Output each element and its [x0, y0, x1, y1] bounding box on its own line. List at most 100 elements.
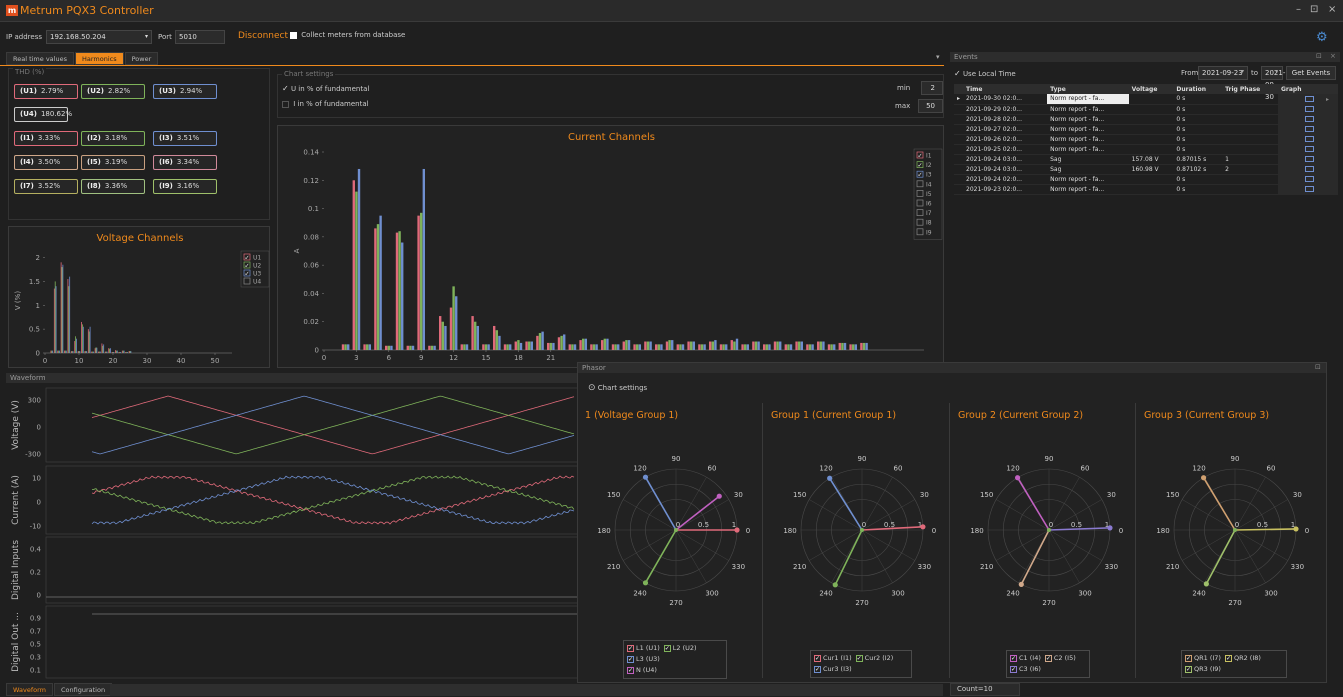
checkbox-icon[interactable]: ✓: [663, 644, 671, 652]
legend-checkbox-i7[interactable]: [916, 209, 924, 216]
collect-meters-checkbox[interactable]: Collect meters from database: [290, 31, 405, 39]
legend-checkbox-i8[interactable]: [916, 218, 924, 226]
checkbox-icon[interactable]: ✓: [1010, 665, 1017, 673]
column-header-graph[interactable]: Graph: [1278, 84, 1338, 94]
phasor-legend-item[interactable]: ✓ QR2 (I8): [1224, 654, 1261, 662]
graph-cell[interactable]: [1278, 144, 1338, 155]
phasor-legend-item[interactable]: ✓ C3 (I6): [1010, 665, 1041, 673]
table-row[interactable]: ▸ 2021-09-30 02:0... Norm report - fa... 0 …: [954, 94, 1338, 105]
phasor-legend-item[interactable]: ✓ QR3 (I9): [1185, 665, 1221, 673]
graph-icon[interactable]: [1305, 176, 1314, 182]
tab-configuration[interactable]: Configuration: [54, 683, 113, 696]
table-row[interactable]: 2021-09-23 02:0... Norm report - fa... 0 s: [954, 184, 1338, 195]
phasor-legend-item[interactable]: ✓ C2 (I5): [1044, 654, 1076, 662]
checkbox-icon[interactable]: ✓: [627, 655, 634, 663]
graph-icon[interactable]: [1305, 95, 1314, 102]
to-date-input[interactable]: 2021-09-30: [1261, 66, 1285, 101]
checkbox-icon[interactable]: ✓: [1044, 654, 1052, 662]
phasor-legend-item[interactable]: ✓ Cur3 (I3): [814, 665, 852, 673]
close-panel-icon[interactable]: ×: [1330, 52, 1336, 60]
graph-icon[interactable]: [1305, 106, 1314, 112]
checkbox-icon[interactable]: ✓: [1224, 654, 1232, 662]
port-input[interactable]: 5010: [175, 30, 225, 44]
graph-cell[interactable]: [1278, 134, 1338, 145]
graph-icon[interactable]: [1305, 186, 1314, 192]
checkbox-icon[interactable]: ✓: [1010, 654, 1017, 662]
checkbox-icon[interactable]: ✓: [627, 666, 634, 674]
gears-icon[interactable]: ⚙: [1316, 30, 1328, 45]
minimize-button[interactable]: –: [1296, 4, 1301, 15]
phasor-legend-item[interactable]: ✓ L3 (U3): [627, 655, 660, 663]
table-row[interactable]: 2021-09-24 03:0... Sag 160.98 V 0.87102 s2: [954, 164, 1338, 175]
checkbox-icon[interactable]: ✓: [814, 654, 821, 662]
graph-icon[interactable]: [1305, 146, 1314, 152]
table-row[interactable]: 2021-09-29 02:0... Norm report - fa... 0 s: [954, 104, 1338, 115]
checkbox-icon[interactable]: ✓: [627, 644, 634, 652]
phasor-legend-item[interactable]: ✓ L1 (U1): [627, 644, 660, 652]
max-stepper[interactable]: 50: [918, 99, 943, 113]
phasor-chart-settings[interactable]: ⊙ Chart settings: [588, 383, 647, 393]
column-header-time[interactable]: Time: [963, 84, 1048, 94]
table-row[interactable]: 2021-09-24 03:0... Sag 157.08 V 0.87015 s1: [954, 154, 1338, 165]
float-icon[interactable]: ⊡: [1315, 363, 1321, 371]
graph-cell[interactable]: [1278, 174, 1338, 185]
graph-cell[interactable]: [1278, 154, 1338, 165]
use-local-time-checkbox[interactable]: ✓ Use Local Time: [954, 69, 1016, 78]
scroll-arrow-icon[interactable]: ▸: [1326, 96, 1329, 103]
legend-checkbox-i5[interactable]: [916, 190, 924, 197]
graph-icon[interactable]: [1305, 156, 1314, 162]
checkbox-icon[interactable]: ✓: [1185, 654, 1192, 662]
column-header-type[interactable]: Type: [1047, 84, 1129, 94]
phasor-legend-item[interactable]: ✓ N (U4): [627, 666, 657, 674]
graph-icon[interactable]: [1305, 166, 1314, 172]
checkbox-icon[interactable]: ✓: [855, 654, 863, 662]
phasor-legend-item[interactable]: ✓ C1 (I4): [1010, 654, 1041, 662]
graph-icon[interactable]: [1305, 136, 1314, 142]
graph-cell[interactable]: [1278, 124, 1338, 135]
close-button[interactable]: ×: [1328, 4, 1336, 15]
disconnect-button[interactable]: Disconnect: [238, 31, 288, 41]
tab-real-time-values[interactable]: Real time values: [6, 52, 74, 65]
checkbox-icon[interactable]: [282, 100, 289, 108]
legend-checkbox-i6[interactable]: [916, 199, 924, 207]
column-header-voltage[interactable]: Voltage: [1128, 84, 1174, 94]
table-row[interactable]: 2021-09-27 02:0... Norm report - fa... 0 s: [954, 124, 1338, 135]
tab-power[interactable]: Power: [124, 52, 159, 65]
graph-icon[interactable]: [1305, 126, 1314, 132]
tab-harmonics[interactable]: Harmonics: [74, 52, 124, 65]
chevron-down-icon[interactable]: ▾: [1275, 68, 1278, 75]
graph-icon[interactable]: [1305, 116, 1314, 122]
ip-address-input[interactable]: 192.168.50.204 ▾: [46, 30, 152, 44]
float-icon[interactable]: ⊡: [1316, 52, 1322, 60]
maximize-button[interactable]: ⊡: [1310, 4, 1318, 15]
checkbox-icon[interactable]: ✓: [1185, 665, 1192, 673]
legend-checkbox-i4[interactable]: [916, 180, 924, 188]
graph-cell[interactable]: [1278, 164, 1338, 175]
u-percent-option[interactable]: ✓ U in % of fundamental: [282, 84, 369, 93]
get-events-button[interactable]: Get Events: [1286, 66, 1336, 80]
legend-checkbox-i9[interactable]: [916, 228, 924, 236]
chevron-down-icon[interactable]: ▾: [145, 31, 148, 43]
tab-waveform[interactable]: Waveform: [6, 683, 53, 696]
table-row[interactable]: 2021-09-25 02:0... Norm report - fa... 0 s: [954, 144, 1338, 155]
phasor-legend-item[interactable]: ✓ QR1 (I7): [1185, 654, 1221, 662]
legend-checkbox-u4[interactable]: [243, 277, 251, 285]
phasor-legend-item[interactable]: ✓ Cur1 (I1): [814, 654, 852, 662]
chevron-down-icon[interactable]: ▾: [1241, 68, 1244, 75]
graph-cell[interactable]: [1278, 184, 1338, 195]
collapse-icon[interactable]: ⊙: [588, 383, 596, 393]
graph-cell[interactable]: [1278, 104, 1338, 115]
phasor-legend-item[interactable]: ✓ Cur2 (I2): [855, 654, 893, 662]
column-header-trig-phase[interactable]: Trig Phase: [1222, 84, 1278, 94]
phasor-legend-item[interactable]: ✓ L2 (U2): [663, 644, 697, 652]
column-header-duration[interactable]: Duration: [1173, 84, 1223, 94]
checkbox-icon[interactable]: [290, 31, 297, 39]
table-row[interactable]: 2021-09-28 02:0... Norm report - fa... 0 s: [954, 114, 1338, 125]
i-percent-option[interactable]: I in % of fundamental: [282, 100, 369, 108]
graph-cell[interactable]: [1278, 114, 1338, 125]
min-stepper[interactable]: 2: [921, 81, 943, 95]
tabs-dropdown-icon[interactable]: ▾: [936, 53, 940, 61]
checkbox-icon[interactable]: ✓: [814, 665, 821, 673]
table-row[interactable]: 2021-09-24 02:0... Norm report - fa... 0 s: [954, 174, 1338, 185]
table-row[interactable]: 2021-09-26 02:0... Norm report - fa... 0 s: [954, 134, 1338, 145]
